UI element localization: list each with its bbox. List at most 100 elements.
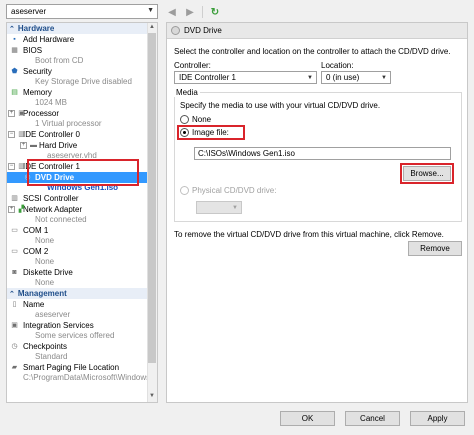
tree-item-sub: Windows Gen1.iso	[47, 183, 119, 192]
tree-item-label: Memory	[23, 88, 52, 97]
image-path-field[interactable]: C:\ISOs\Windows Gen1.iso	[194, 147, 451, 160]
controller-value: IDE Controller 1	[179, 73, 236, 82]
tree-item-add-hardware[interactable]: ▪ Add Hardware	[7, 34, 157, 45]
remove-description: To remove the virtual CD/DVD drive from …	[174, 230, 444, 239]
image-path-value: C:\ISOs\Windows Gen1.iso	[198, 149, 295, 158]
tree-item-bios[interactable]: ▦ BIOS	[7, 45, 157, 56]
media-description: Specify the media to use with your virtu…	[180, 101, 381, 110]
location-label: Location:	[321, 61, 354, 70]
tree-item-ide1[interactable]: − ▥ IDE Controller 1	[7, 161, 157, 172]
tree-item-com1[interactable]: ▭ COM 1	[7, 225, 157, 236]
forward-icon[interactable]: ▶	[184, 7, 196, 18]
collapse-icon: ⌃	[9, 25, 15, 33]
disc-icon	[171, 26, 180, 35]
scrollbar[interactable]: ▲ ▼	[147, 23, 157, 402]
tree-item-sub: Boot from CD	[35, 56, 84, 65]
scroll-down-icon[interactable]: ▼	[148, 393, 156, 401]
tree-item-integration[interactable]: ▣ Integration Services	[7, 320, 157, 331]
radio-none-label: None	[192, 115, 212, 124]
apply-button[interactable]: Apply	[410, 411, 465, 426]
vm-select-value: aseserver	[11, 7, 47, 16]
tree-item-sub: C:\ProgramData\Microsoft\Windows	[23, 373, 151, 382]
tree-item-dvd-drive[interactable]: ◎ DVD Drive	[7, 172, 157, 183]
physical-drive-select[interactable]: ▼	[196, 201, 242, 214]
hardware-tree[interactable]: ⌃ Hardware ▪ Add Hardware ▦ BIOS Boot fr…	[6, 22, 158, 403]
network-icon: ▞	[18, 206, 25, 213]
vm-select[interactable]: aseserver ▼	[6, 4, 158, 19]
controller-icon: ▥	[18, 131, 25, 138]
tree-item-label: Processor	[23, 109, 60, 118]
scrollbar-thumb[interactable]	[148, 33, 156, 363]
tree-item-memory[interactable]: ▤ Memory	[7, 87, 157, 98]
radio-image-file-label: Image file:	[192, 128, 229, 137]
tree-item-checkpoints[interactable]: ◷ Checkpoints	[7, 341, 157, 352]
management-section-header[interactable]: ⌃ Management	[7, 288, 157, 299]
location-value: 0 (in use)	[326, 73, 360, 82]
toolbar-divider	[202, 6, 203, 18]
ok-button[interactable]: OK	[280, 411, 335, 426]
tree-item-name[interactable]: ▯ Name	[7, 299, 157, 310]
tree-item-ide0[interactable]: − ▥ IDE Controller 0	[7, 129, 157, 140]
controller-select[interactable]: IDE Controller 1 ▼	[174, 71, 317, 84]
tree-item-label: COM 1	[23, 226, 49, 235]
tree-item-sub: aseserver	[35, 310, 71, 319]
radio-physical-drive[interactable]: Physical CD/DVD drive:	[180, 186, 276, 195]
tree-item-scsi[interactable]: ▥ SCSI Controller	[7, 193, 157, 204]
back-icon[interactable]: ◀	[166, 7, 178, 18]
scroll-up-icon[interactable]: ▲	[148, 24, 156, 32]
tree-item-security[interactable]: ⬟ Security	[7, 66, 157, 77]
processor-icon: ▣	[18, 110, 25, 117]
add-hardware-icon: ▪	[13, 36, 16, 43]
collapse-icon[interactable]: −	[8, 131, 15, 138]
dialog-button-bar: OK Cancel Apply	[0, 407, 474, 435]
expand-icon[interactable]: +	[8, 110, 15, 117]
remove-button[interactable]: Remove	[408, 241, 462, 256]
refresh-icon[interactable]: ↻	[209, 7, 221, 18]
location-select[interactable]: 0 (in use) ▼	[321, 71, 391, 84]
tree-item-network[interactable]: + ▞ Network Adapter	[7, 204, 157, 215]
tree-item-label: IDE Controller 1	[23, 162, 80, 171]
tree-item-label: Hard Drive	[39, 141, 78, 150]
toolbar: ◀ ▶ ↻	[166, 4, 221, 20]
shield-icon: ⬟	[11, 68, 18, 75]
radio-button[interactable]	[180, 115, 189, 124]
radio-physical-label: Physical CD/DVD drive:	[192, 186, 277, 195]
collapse-icon[interactable]: −	[8, 163, 15, 170]
tree-item-paging[interactable]: ▰ Smart Paging File Location	[7, 362, 157, 373]
chevron-down-icon: ▼	[147, 7, 154, 14]
tree-item-sub: aseserver.vhd	[47, 151, 97, 160]
tree-item-diskette[interactable]: ◙ Diskette Drive	[7, 267, 157, 278]
tree-item-sub: 1 Virtual processor	[35, 119, 102, 128]
tree-item-hard-drive[interactable]: + ▬ Hard Drive	[7, 140, 157, 151]
panel-header: DVD Drive	[167, 23, 467, 39]
port-icon: ▭	[11, 227, 18, 234]
disc-icon: ◎	[24, 174, 31, 181]
folder-icon: ▰	[11, 364, 18, 371]
radio-button[interactable]	[180, 128, 189, 137]
radio-image-file[interactable]: Image file:	[180, 128, 229, 137]
chevron-down-icon: ▼	[232, 205, 238, 211]
tree-item-com2[interactable]: ▭ COM 2	[7, 246, 157, 257]
media-group-title: Media	[174, 88, 200, 97]
tree-item-label: Security	[23, 67, 52, 76]
hard-drive-icon: ▬	[30, 142, 37, 149]
radio-none[interactable]: None	[180, 115, 211, 124]
memory-icon: ▤	[11, 89, 18, 96]
tree-item-processor[interactable]: + ▣ Processor	[7, 108, 157, 119]
browse-button[interactable]: Browse...	[403, 166, 451, 181]
panel-title: DVD Drive	[184, 26, 222, 35]
diskette-icon: ◙	[12, 269, 17, 276]
expand-icon[interactable]: +	[20, 142, 27, 149]
hardware-header-label: Hardware	[17, 24, 55, 33]
tree-item-label: Name	[23, 300, 45, 309]
tree-item-sub: 1024 MB	[35, 98, 68, 107]
radio-button[interactable]	[180, 186, 189, 195]
name-icon: ▯	[12, 301, 17, 308]
hardware-section-header[interactable]: ⌃ Hardware	[7, 23, 157, 34]
controller-icon: ▥	[11, 195, 18, 202]
tree-item-sub: None	[35, 278, 55, 287]
cancel-button[interactable]: Cancel	[345, 411, 400, 426]
port-icon: ▭	[11, 248, 18, 255]
expand-icon[interactable]: +	[8, 206, 15, 213]
controller-label: Controller:	[174, 61, 211, 70]
